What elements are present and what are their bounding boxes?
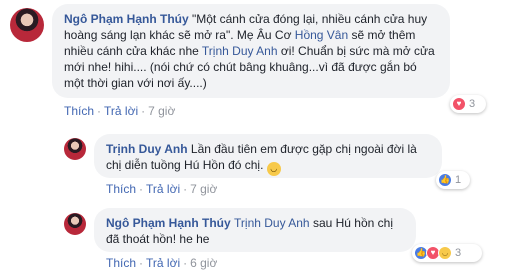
comment-author[interactable]: Ngô Phạm Hạnh Thúy — [64, 12, 189, 26]
comment-time[interactable]: 7 giờ — [190, 182, 217, 196]
comment-actions: Thích · Trả lời · 7 giờ — [64, 104, 175, 118]
separator-dot: · — [141, 104, 146, 118]
comment-actions: Thích · Trả lời · 6 giờ — [106, 256, 217, 270]
comment-time[interactable]: 7 giờ — [148, 104, 175, 118]
like-icon: 👍 — [438, 173, 452, 187]
reaction-count: 3 — [469, 98, 476, 110]
separator-dot: · — [139, 256, 144, 270]
reply-link[interactable]: Trả lời — [104, 104, 138, 118]
mention-link[interactable]: Hồng Vân — [295, 28, 348, 42]
like-link[interactable]: Thích — [64, 104, 94, 118]
comment-author[interactable]: Trịnh Duy Anh — [106, 142, 188, 156]
avatar[interactable] — [64, 138, 86, 160]
reaction-count: 1 — [455, 174, 462, 186]
avatar[interactable] — [10, 8, 44, 42]
avatar[interactable] — [64, 213, 86, 235]
reaction-summary[interactable]: 👍 ♥ ◡ 3 — [412, 244, 482, 262]
comment-bubble: Ngô Phạm Hạnh Thúy Trịnh Duy Anh sau Hú … — [94, 208, 416, 252]
separator-dot: · — [139, 182, 144, 196]
reaction-summary[interactable]: ♥ 3 — [450, 95, 486, 113]
reply-link[interactable]: Trả lời — [146, 256, 180, 270]
comment-actions: Thích · Trả lời · 7 giờ — [106, 182, 217, 196]
mention-link[interactable]: Trịnh Duy Anh — [202, 44, 278, 58]
like-link[interactable]: Thích — [106, 182, 136, 196]
reaction-count: 3 — [455, 247, 462, 259]
comment-bubble: Ngô Phạm Hạnh Thúy "Một cánh cửa đóng lạ… — [52, 4, 450, 98]
reply-link[interactable]: Trả lời — [146, 182, 180, 196]
separator-dot: · — [97, 104, 102, 118]
comment-bubble: Trịnh Duy Anh Lần đầu tiên em được gặp c… — [94, 134, 442, 178]
haha-icon: ◡ — [438, 246, 452, 260]
separator-dot: · — [183, 182, 188, 196]
separator-dot: · — [183, 256, 188, 270]
haha-emoji-icon: ◡ — [266, 162, 281, 176]
love-icon: ♥ — [452, 97, 466, 111]
like-link[interactable]: Thích — [106, 256, 136, 270]
comment-time[interactable]: 6 giờ — [190, 256, 217, 270]
reaction-summary[interactable]: 👍 1 — [436, 171, 470, 189]
mention-link[interactable]: Trịnh Duy Anh — [234, 216, 310, 230]
comment-author[interactable]: Ngô Phạm Hạnh Thúy — [106, 216, 231, 230]
